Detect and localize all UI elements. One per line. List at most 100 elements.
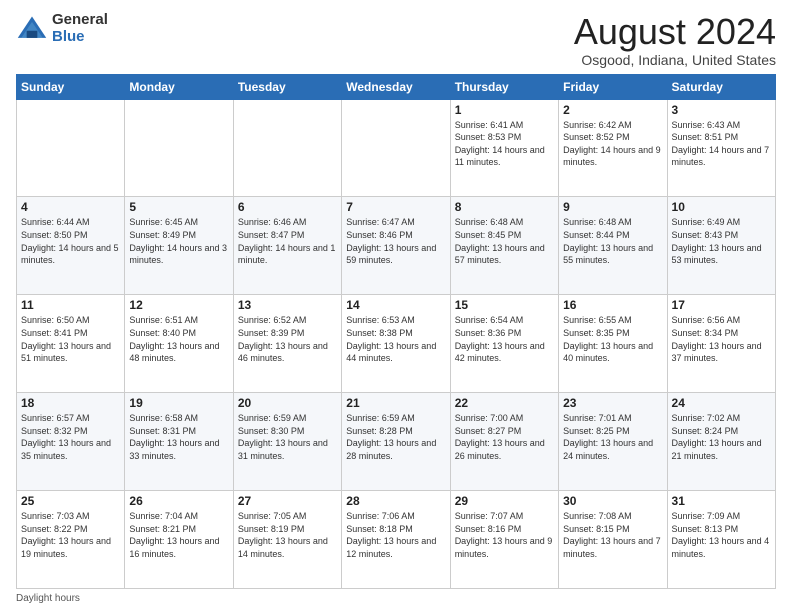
- day-number: 22: [455, 396, 554, 410]
- calendar-cell: 7 Sunrise: 6:47 AM Sunset: 8:46 PM Daylig…: [342, 197, 450, 295]
- calendar-week-row: 18 Sunrise: 6:57 AM Sunset: 8:32 PM Dayli…: [17, 393, 776, 491]
- day-number: 17: [672, 298, 771, 312]
- day-info: Sunrise: 7:08 AM Sunset: 8:15 PM Dayligh…: [563, 510, 662, 560]
- calendar-week-row: 1 Sunrise: 6:41 AM Sunset: 8:53 PM Daylig…: [17, 99, 776, 197]
- weekday-header-saturday: Saturday: [667, 74, 775, 99]
- day-number: 4: [21, 200, 120, 214]
- day-number: 19: [129, 396, 228, 410]
- day-number: 10: [672, 200, 771, 214]
- day-info: Sunrise: 6:57 AM Sunset: 8:32 PM Dayligh…: [21, 412, 120, 462]
- day-info: Sunrise: 6:46 AM Sunset: 8:47 PM Dayligh…: [238, 216, 337, 266]
- day-number: 16: [563, 298, 662, 312]
- day-info: Sunrise: 7:01 AM Sunset: 8:25 PM Dayligh…: [563, 412, 662, 462]
- calendar-cell: 12Sunrise: 6:51 AM Sunset: 8:40 PM Dayli…: [125, 295, 233, 393]
- calendar-cell: 8 Sunrise: 6:48 AM Sunset: 8:45 PM Daylig…: [450, 197, 558, 295]
- day-info: Sunrise: 6:48 AM Sunset: 8:44 PM Dayligh…: [563, 216, 662, 266]
- day-number: 28: [346, 494, 445, 508]
- day-number: 5: [129, 200, 228, 214]
- logo: General Blue: [16, 12, 108, 45]
- day-info: Sunrise: 6:50 AM Sunset: 8:41 PM Dayligh…: [21, 314, 120, 364]
- day-number: 18: [21, 396, 120, 410]
- day-number: 12: [129, 298, 228, 312]
- logo-blue-text: Blue: [52, 29, 108, 46]
- calendar-cell: 31 Sunrise: 7:09 AM Sunset: 8:13 PM Dayli…: [667, 491, 775, 589]
- day-info: Sunrise: 6:59 AM Sunset: 8:30 PM Dayligh…: [238, 412, 337, 462]
- calendar-cell: 16 Sunrise: 6:55 AM Sunset: 8:35 PM Dayli…: [559, 295, 667, 393]
- day-number: 24: [672, 396, 771, 410]
- calendar-cell: 25 Sunrise: 7:03 AM Sunset: 8:22 PM Dayli…: [17, 491, 125, 589]
- day-info: Sunrise: 6:58 AM Sunset: 8:31 PM Dayligh…: [129, 412, 228, 462]
- day-number: 27: [238, 494, 337, 508]
- day-info: Sunrise: 7:00 AM Sunset: 8:27 PM Dayligh…: [455, 412, 554, 462]
- day-number: 6: [238, 200, 337, 214]
- calendar-cell: 23 Sunrise: 7:01 AM Sunset: 8:25 PM Dayli…: [559, 393, 667, 491]
- day-info: Sunrise: 6:53 AM Sunset: 8:38 PM Dayligh…: [346, 314, 445, 364]
- day-info: Sunrise: 6:54 AM Sunset: 8:36 PM Dayligh…: [455, 314, 554, 364]
- day-info: Sunrise: 6:41 AM Sunset: 8:53 PM Dayligh…: [455, 119, 554, 169]
- weekday-header-thursday: Thursday: [450, 74, 558, 99]
- weekday-header-row: SundayMondayTuesdayWednesdayThursdayFrid…: [17, 74, 776, 99]
- calendar-cell: [125, 99, 233, 197]
- calendar-cell: 27 Sunrise: 7:05 AM Sunset: 8:19 PM Dayli…: [233, 491, 341, 589]
- day-number: 11: [21, 298, 120, 312]
- day-info: Sunrise: 6:47 AM Sunset: 8:46 PM Dayligh…: [346, 216, 445, 266]
- calendar-cell: 3 Sunrise: 6:43 AM Sunset: 8:51 PM Daylig…: [667, 99, 775, 197]
- calendar-week-row: 11 Sunrise: 6:50 AM Sunset: 8:41 PM Dayli…: [17, 295, 776, 393]
- calendar-cell: 20 Sunrise: 6:59 AM Sunset: 8:30 PM Dayli…: [233, 393, 341, 491]
- page-header: General Blue August 2024 Osgood, Indiana…: [16, 12, 776, 68]
- calendar-cell: 17 Sunrise: 6:56 AM Sunset: 8:34 PM Dayli…: [667, 295, 775, 393]
- month-title: August 2024: [574, 12, 776, 52]
- day-number: 9: [563, 200, 662, 214]
- day-info: Sunrise: 6:49 AM Sunset: 8:43 PM Dayligh…: [672, 216, 771, 266]
- day-number: 15: [455, 298, 554, 312]
- calendar-cell: 5Sunrise: 6:45 AM Sunset: 8:49 PM Daylig…: [125, 197, 233, 295]
- weekday-header-monday: Monday: [125, 74, 233, 99]
- calendar-cell: 18 Sunrise: 6:57 AM Sunset: 8:32 PM Dayli…: [17, 393, 125, 491]
- weekday-header-friday: Friday: [559, 74, 667, 99]
- day-number: 3: [672, 103, 771, 117]
- calendar-cell: 10 Sunrise: 6:49 AM Sunset: 8:43 PM Dayli…: [667, 197, 775, 295]
- calendar-cell: 1 Sunrise: 6:41 AM Sunset: 8:53 PM Daylig…: [450, 99, 558, 197]
- calendar-cell: 21 Sunrise: 6:59 AM Sunset: 8:28 PM Dayli…: [342, 393, 450, 491]
- calendar-cell: 4Sunrise: 6:44 AM Sunset: 8:50 PM Daylig…: [17, 197, 125, 295]
- day-info: Sunrise: 7:04 AM Sunset: 8:21 PM Dayligh…: [129, 510, 228, 560]
- day-number: 29: [455, 494, 554, 508]
- day-number: 7: [346, 200, 445, 214]
- day-info: Sunrise: 6:48 AM Sunset: 8:45 PM Dayligh…: [455, 216, 554, 266]
- day-info: Sunrise: 6:52 AM Sunset: 8:39 PM Dayligh…: [238, 314, 337, 364]
- calendar-cell: 6 Sunrise: 6:46 AM Sunset: 8:47 PM Daylig…: [233, 197, 341, 295]
- calendar-cell: 13Sunrise: 6:52 AM Sunset: 8:39 PM Dayli…: [233, 295, 341, 393]
- day-info: Sunrise: 6:59 AM Sunset: 8:28 PM Dayligh…: [346, 412, 445, 462]
- day-number: 26: [129, 494, 228, 508]
- day-info: Sunrise: 7:03 AM Sunset: 8:22 PM Dayligh…: [21, 510, 120, 560]
- day-number: 2: [563, 103, 662, 117]
- day-number: 1: [455, 103, 554, 117]
- calendar-cell: [17, 99, 125, 197]
- calendar-cell: 30Sunrise: 7:08 AM Sunset: 8:15 PM Dayli…: [559, 491, 667, 589]
- day-number: 21: [346, 396, 445, 410]
- day-number: 8: [455, 200, 554, 214]
- calendar-cell: 22 Sunrise: 7:00 AM Sunset: 8:27 PM Dayli…: [450, 393, 558, 491]
- footer-note: Daylight hours: [16, 593, 776, 604]
- title-block: August 2024 Osgood, Indiana, United Stat…: [574, 12, 776, 68]
- calendar-cell: 29Sunrise: 7:07 AM Sunset: 8:16 PM Dayli…: [450, 491, 558, 589]
- calendar-cell: 2 Sunrise: 6:42 AM Sunset: 8:52 PM Daylig…: [559, 99, 667, 197]
- day-number: 31: [672, 494, 771, 508]
- day-info: Sunrise: 7:05 AM Sunset: 8:19 PM Dayligh…: [238, 510, 337, 560]
- weekday-header-tuesday: Tuesday: [233, 74, 341, 99]
- day-number: 20: [238, 396, 337, 410]
- day-number: 25: [21, 494, 120, 508]
- day-info: Sunrise: 7:06 AM Sunset: 8:18 PM Dayligh…: [346, 510, 445, 560]
- day-info: Sunrise: 7:09 AM Sunset: 8:13 PM Dayligh…: [672, 510, 771, 560]
- day-number: 23: [563, 396, 662, 410]
- weekday-header-sunday: Sunday: [17, 74, 125, 99]
- calendar-cell: [342, 99, 450, 197]
- logo-icon: [16, 13, 48, 45]
- day-info: Sunrise: 6:56 AM Sunset: 8:34 PM Dayligh…: [672, 314, 771, 364]
- calendar-cell: 14Sunrise: 6:53 AM Sunset: 8:38 PM Dayli…: [342, 295, 450, 393]
- day-info: Sunrise: 6:43 AM Sunset: 8:51 PM Dayligh…: [672, 119, 771, 169]
- calendar-cell: 26 Sunrise: 7:04 AM Sunset: 8:21 PM Dayli…: [125, 491, 233, 589]
- location-text: Osgood, Indiana, United States: [574, 52, 776, 68]
- day-info: Sunrise: 6:55 AM Sunset: 8:35 PM Dayligh…: [563, 314, 662, 364]
- day-info: Sunrise: 6:42 AM Sunset: 8:52 PM Dayligh…: [563, 119, 662, 169]
